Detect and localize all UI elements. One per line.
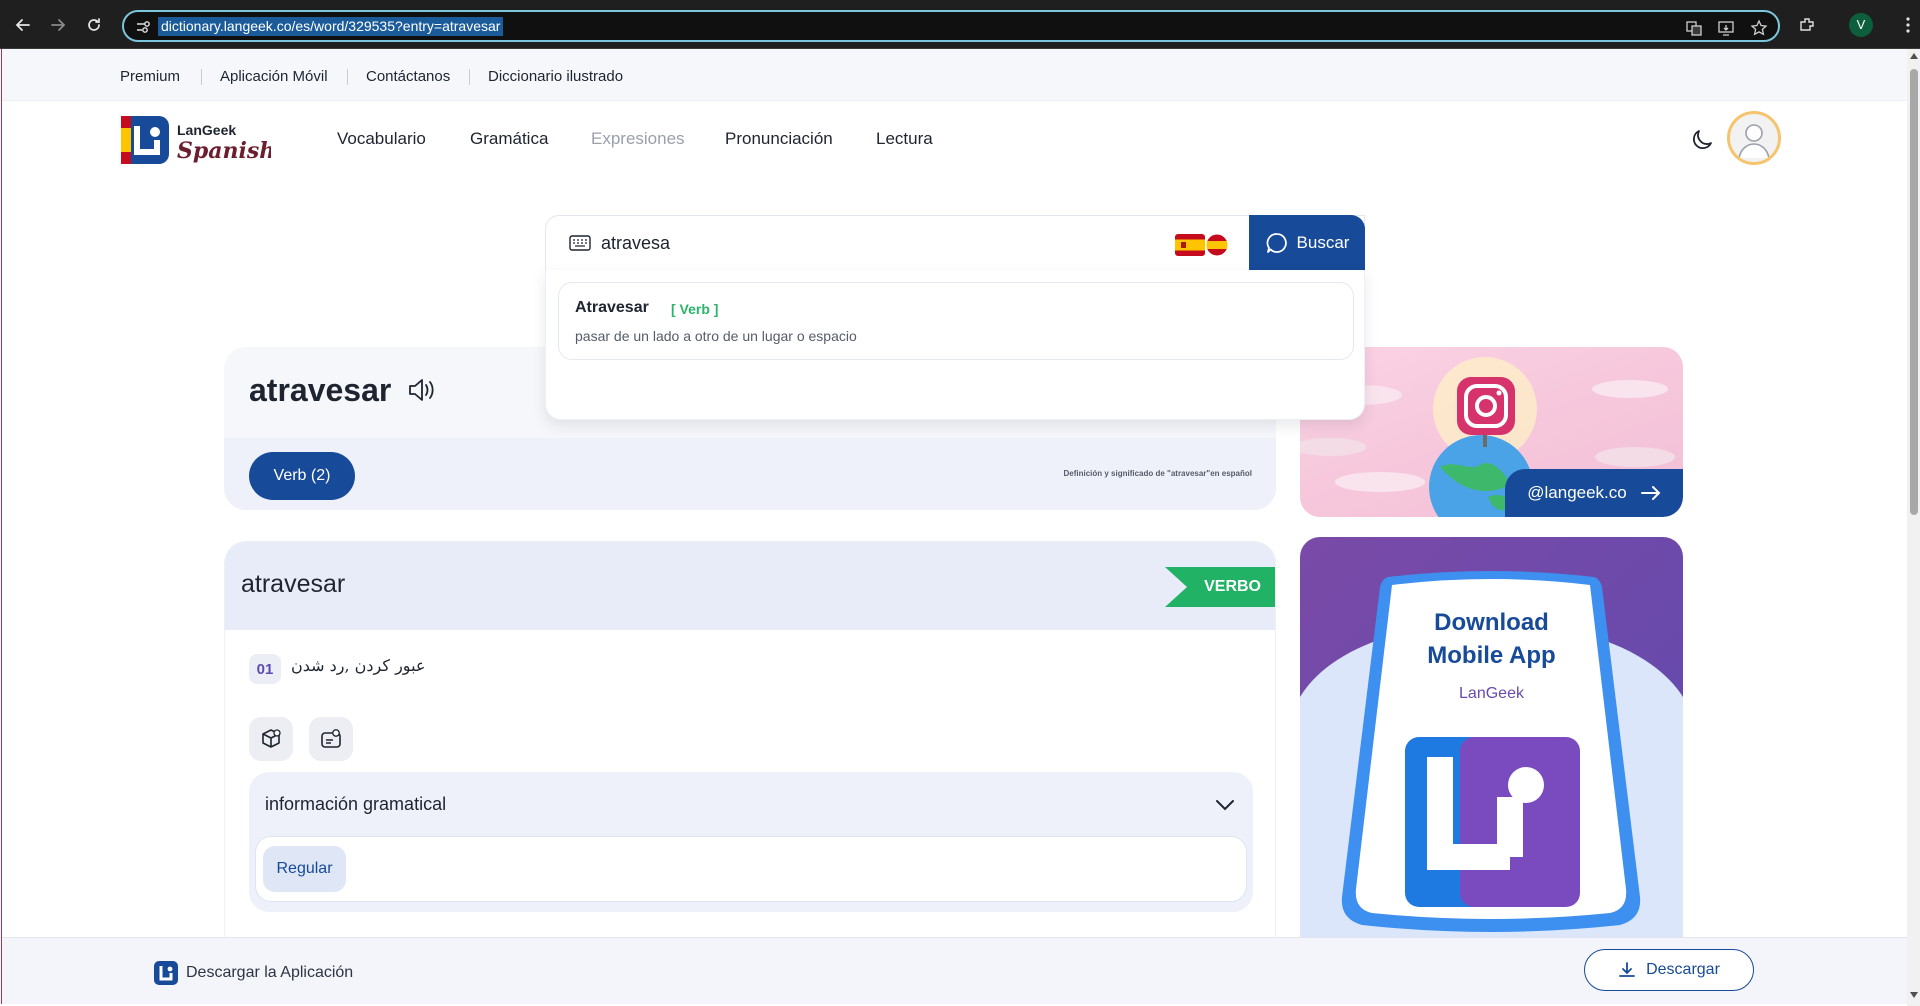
scrollbar-thumb[interactable]: [1910, 69, 1918, 515]
instagram-handle-button[interactable]: @langeek.co: [1505, 469, 1683, 517]
word-title: atravesar: [249, 372, 392, 408]
definition-header: atravesar VERBO: [225, 542, 1275, 630]
langeek-spanish-logo[interactable]: LanGeek Spanish: [121, 114, 275, 166]
tab-verb[interactable]: Verb (2): [249, 452, 355, 500]
spanish-flag-icon[interactable]: [1173, 233, 1231, 257]
instagram-handle: @langeek.co: [1527, 483, 1627, 502]
toplink-mobile-app[interactable]: Aplicación Móvil: [220, 68, 328, 86]
persian-translation: عبور کردن ,رد شدن: [291, 656, 426, 675]
nav-expresiones[interactable]: Expresiones: [591, 129, 685, 149]
logo-language-text: Spanish: [177, 138, 271, 164]
nav-vocabulario[interactable]: Vocabulario: [337, 129, 426, 149]
suggestion-item[interactable]: Atravesar [ Verb ] pasar de un lado a ot…: [558, 282, 1354, 360]
app-title-line1: Download: [1434, 609, 1549, 636]
download-app-banner[interactable]: Download Mobile App LanGeek: [1300, 537, 1683, 1004]
arrow-right-icon: [1640, 486, 1661, 500]
app-brand: LanGeek: [1459, 685, 1524, 702]
definition-card: atravesar VERBO 01 عبور کردن ,رد شدن inf…: [224, 541, 1276, 1004]
browser-menu-icon[interactable]: [1897, 14, 1919, 36]
url-text[interactable]: dictionary.langeek.co/es/word/329535?ent…: [158, 17, 504, 36]
dark-mode-moon-icon[interactable]: [1689, 127, 1715, 153]
page-scrollbar[interactable]: [1907, 49, 1920, 1006]
user-avatar[interactable]: [1727, 111, 1781, 165]
speaker-icon[interactable]: [405, 374, 437, 406]
extensions-icon[interactable]: [1796, 14, 1818, 36]
scroll-up-arrow-icon[interactable]: [1910, 53, 1918, 59]
divider: [347, 69, 348, 85]
nav-pronunciacion[interactable]: Pronunciación: [725, 129, 833, 149]
suggestion-pos: [ Verb ]: [671, 301, 719, 317]
regular-chip[interactable]: Regular: [263, 846, 346, 892]
langeek-logo-icon: [154, 961, 178, 985]
logo-brand-text: LanGeek: [177, 122, 236, 138]
grammar-info-title: información gramatical: [265, 794, 447, 814]
search-suggestions: Atravesar [ Verb ] pasar de un lado a ot…: [545, 270, 1365, 420]
chevron-down-icon[interactable]: [1215, 798, 1235, 812]
toplink-premium[interactable]: Premium: [120, 68, 180, 86]
scroll-down-arrow-icon[interactable]: [1910, 992, 1918, 998]
translate-icon[interactable]: [1684, 18, 1704, 38]
keyboard-icon[interactable]: [569, 235, 591, 251]
definition-word: atravesar: [241, 570, 346, 598]
install-app-icon[interactable]: [1716, 18, 1736, 38]
divider: [469, 69, 470, 85]
divider: [201, 69, 202, 85]
bookmark-star-icon[interactable]: [1749, 18, 1769, 38]
profile-avatar[interactable]: V: [1849, 13, 1873, 37]
flashcard-icon[interactable]: [309, 717, 353, 761]
download-app-text: Descargar la Aplicación: [186, 964, 354, 981]
app-title-line2: Mobile App: [1427, 642, 1556, 669]
address-bar[interactable]: dictionary.langeek.co/es/word/329535?ent…: [122, 10, 1780, 42]
download-button-label: Descargar: [1646, 961, 1720, 978]
nav-gramatica[interactable]: Gramática: [470, 129, 548, 149]
pos-tag: VERBO: [1165, 567, 1275, 607]
download-icon: [1619, 962, 1635, 977]
grammar-info-content: Regular: [255, 836, 1247, 902]
toplink-illustrated-dictionary[interactable]: Diccionario ilustrado: [488, 68, 623, 86]
suggestion-definition: pasar de un lado a otro de un lugar o es…: [575, 328, 857, 344]
chat-search-icon: [1266, 233, 1287, 253]
reload-icon[interactable]: [83, 14, 105, 36]
forward-arrow-icon[interactable]: [47, 14, 69, 36]
nav-lectura[interactable]: Lectura: [876, 129, 933, 149]
definition-caption: Definición y significado de "atravesar"e…: [1063, 469, 1252, 478]
page-viewport: Premium Aplicación Móvil Contáctanos Dic…: [1, 49, 1907, 1004]
sense-number: 01: [249, 654, 281, 684]
add-to-box-icon[interactable]: [249, 717, 293, 761]
app-banner-art: [1300, 571, 1683, 1004]
search-button[interactable]: Buscar: [1249, 215, 1365, 271]
grammar-info-accordion[interactable]: información gramatical Regular: [249, 772, 1253, 912]
search-button-label: Buscar: [1296, 233, 1350, 252]
back-arrow-icon[interactable]: [12, 14, 34, 36]
download-app-bar: Descargar la Aplicación Descargar: [2, 937, 1907, 1004]
suggestion-word: Atravesar: [575, 299, 649, 316]
search-input[interactable]: [601, 230, 1001, 256]
search-box: [545, 215, 1365, 271]
download-button[interactable]: Descargar: [1584, 949, 1754, 991]
top-links-bar: Premium Aplicación Móvil Contáctanos Dic…: [2, 49, 1907, 101]
toplink-contact[interactable]: Contáctanos: [366, 68, 450, 86]
site-info-icon[interactable]: [134, 18, 152, 36]
browser-toolbar: dictionary.langeek.co/es/word/329535?ent…: [0, 0, 1920, 49]
